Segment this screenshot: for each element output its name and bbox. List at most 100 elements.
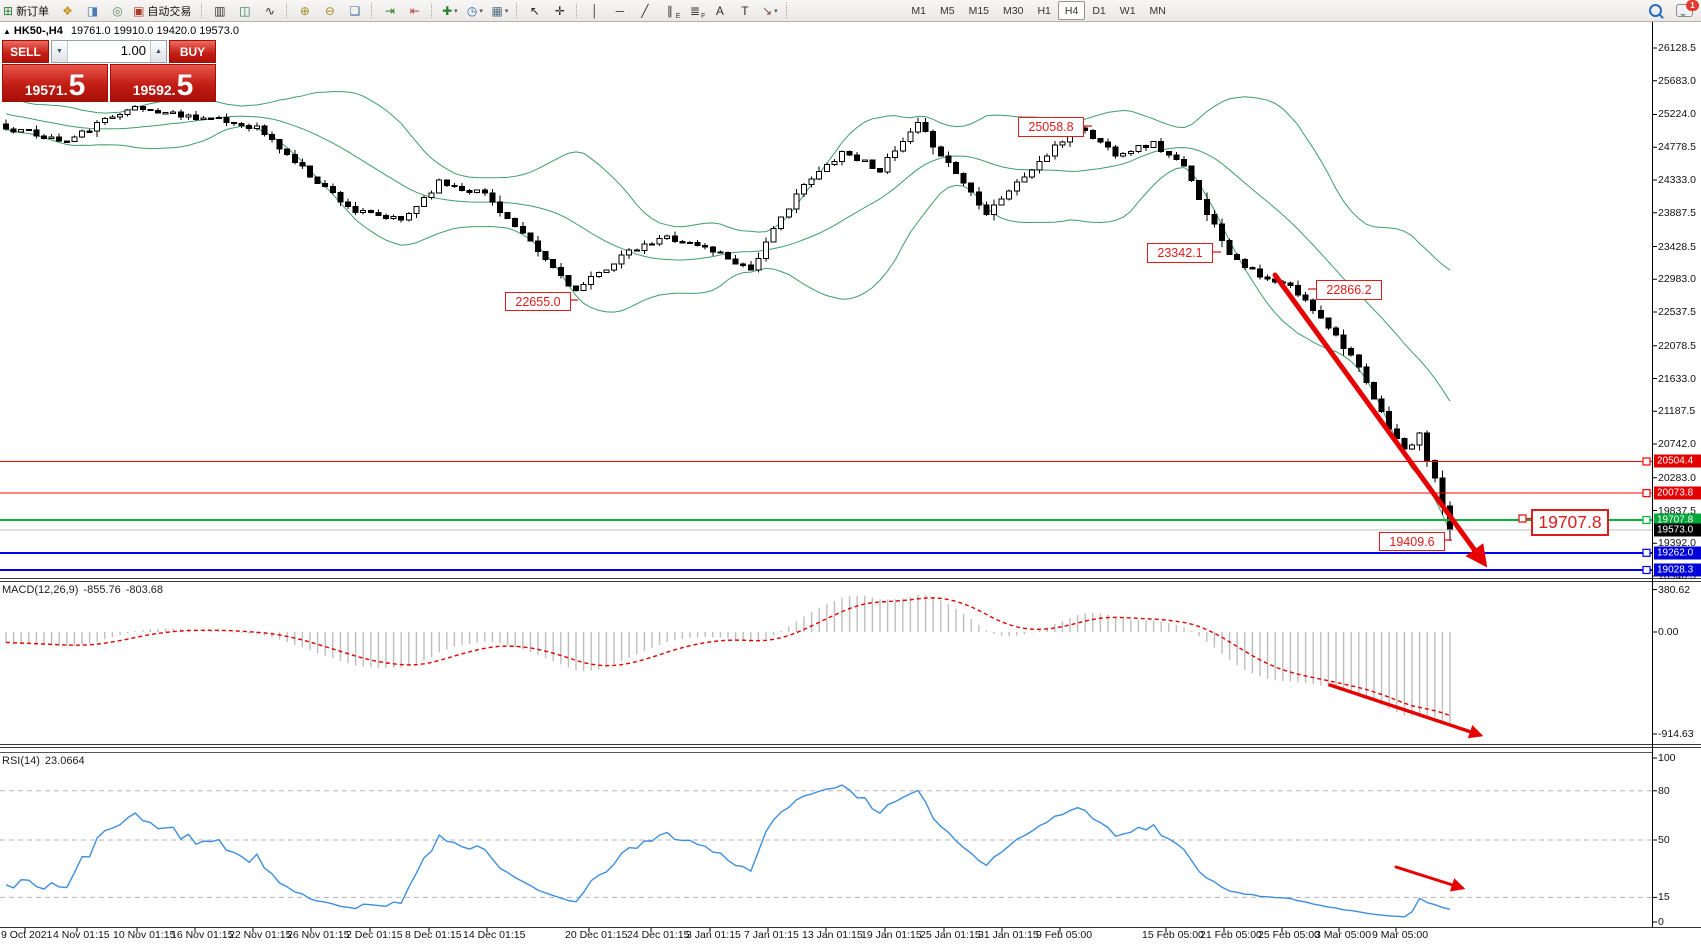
timeframe-mn[interactable]: MN [1143, 1, 1173, 20]
tile-windows-icon: ❏ [350, 5, 361, 17]
symbol-info-bar: ▲HK50-,H419761.0 19910.0 19420.0 19573.0 [3, 25, 239, 37]
sell-price-button[interactable]: 19571.5 [2, 64, 108, 102]
templates-dropdown-icon[interactable]: ▾ [505, 7, 509, 15]
periods-clock-icon[interactable]: ◷▾ [463, 1, 486, 21]
text-icon: A [716, 5, 724, 17]
accounts-icon[interactable]: ◨ [81, 1, 104, 21]
vertical-line-icon: │ [591, 5, 599, 17]
toolbar-separator [201, 3, 203, 18]
text-label-icon[interactable]: T [733, 1, 756, 21]
rsi-axis-label: 80 [1658, 785, 1670, 797]
templates-icon[interactable]: ▦▾ [488, 1, 511, 21]
time-axis-label: 25 Jan 01:15 [920, 929, 981, 941]
macd-axis-label: 0.00 [1658, 626, 1678, 638]
rsi-axis-label: 15 [1658, 891, 1670, 903]
chart-shift-icon[interactable]: ⇤ [403, 1, 426, 21]
macd-name: MACD(12,26,9) [2, 584, 78, 596]
timeframe-d1[interactable]: D1 [1085, 1, 1112, 20]
rsi-value: 23.0664 [45, 755, 85, 767]
arrow-objects-icon[interactable]: ↘▾ [758, 1, 781, 21]
macd-axis-label: 380.62 [1658, 584, 1690, 596]
bar-chart-icon[interactable]: ▥ [208, 1, 231, 21]
time-axis-label: 14 Dec 01:15 [463, 929, 525, 941]
buy-price: 19592. [133, 81, 176, 99]
volume-input[interactable]: 1.00 [68, 41, 150, 62]
price-annotation: 19409.6 [1379, 532, 1445, 551]
price-annotation: 23342.1 [1147, 243, 1213, 263]
timeframe-w1[interactable]: W1 [1113, 1, 1143, 20]
rsi-axis-label: 50 [1658, 834, 1670, 846]
crosshair-icon: ✛ [555, 5, 565, 17]
cursor-icon[interactable]: ↖ [523, 1, 546, 21]
text-icon[interactable]: A [708, 1, 731, 21]
volume-down-button[interactable]: ▼ [52, 41, 68, 62]
price-axis-label: 20283.0 [1658, 472, 1696, 484]
timeframe-m30[interactable]: M30 [996, 1, 1030, 20]
history-layers-icon[interactable]: ❖ [56, 1, 79, 21]
price-axis-label: 22537.5 [1658, 306, 1696, 318]
time-axis-label: 21 Feb 05:00 [1200, 929, 1262, 941]
macd-axis-label: -914.63 [1658, 728, 1694, 740]
time-axis-label: 3 Jan 01:15 [686, 929, 741, 941]
price-tag: 19573.0 [1654, 523, 1701, 536]
time-axis-label: 19 Jan 01:15 [861, 929, 922, 941]
main-toolbar: ⊞新订单❖◨◎▣自动交易▥◫∿⊕⊖❏⇥⇤✚▾◷▾▦▾↖✛│─╱∥E≣FAT↘▾ … [0, 0, 1701, 22]
price-annotation: 22655.0 [505, 292, 571, 311]
price-axis-label: 22983.0 [1658, 273, 1696, 285]
vertical-line-icon[interactable]: │ [583, 1, 606, 21]
equidistant-channel-icon[interactable]: ∥E [658, 1, 681, 21]
time-axis-label: 10 Nov 01:15 [113, 929, 175, 941]
indicators-dropdown-icon[interactable]: ▾ [454, 7, 458, 15]
chat-icon[interactable]: 1 [1676, 4, 1693, 17]
sell-button[interactable]: SELL [2, 40, 49, 63]
buy-price-fraction: 5 [177, 73, 194, 99]
accounts-icon: ◨ [87, 5, 98, 17]
time-axis-label: 15 Feb 05:00 [1142, 929, 1204, 941]
price-tag: 19262.0 [1654, 546, 1701, 559]
zoom-out-icon[interactable]: ⊖ [318, 1, 341, 21]
trend-line-icon[interactable]: ╱ [633, 1, 656, 21]
zoom-in-icon: ⊕ [300, 5, 310, 17]
timeframe-h1[interactable]: H1 [1030, 1, 1057, 20]
symbol-marker-icon: ▲ [3, 27, 11, 36]
timeframe-m15[interactable]: M15 [962, 1, 996, 20]
fibonacci-icon[interactable]: ≣F [683, 1, 706, 21]
auto-trading-button[interactable]: ▣自动交易 [131, 1, 196, 21]
indicators-icon[interactable]: ✚▾ [438, 1, 461, 21]
bar-chart-icon: ▥ [214, 5, 225, 17]
timeframe-h4[interactable]: H4 [1058, 1, 1085, 20]
timeframe-group: M1M5M15M30H1H4D1W1MN [904, 1, 1172, 20]
toolbar-buttons: ⊞新订单❖◨◎▣自动交易▥◫∿⊕⊖❏⇥⇤✚▾◷▾▦▾↖✛│─╱∥E≣FAT↘▾ [0, 1, 792, 21]
price-tag: 20504.4 [1654, 455, 1701, 468]
buy-price-button[interactable]: 19592.5 [110, 64, 216, 102]
candlestick-chart-icon: ◫ [239, 5, 250, 17]
candlestick-chart-icon[interactable]: ◫ [233, 1, 256, 21]
templates-icon: ▦ [491, 5, 502, 17]
toolbar-separator [786, 3, 788, 18]
new-order-button[interactable]: ⊞新订单 [1, 1, 54, 21]
macd-label: MACD(12,26,9)-855.76-803.68 [2, 584, 168, 596]
toolbar-right: 1 [1649, 4, 1693, 17]
chart-canvas[interactable] [0, 0, 1701, 944]
arrow-objects-dropdown-icon[interactable]: ▾ [774, 7, 778, 15]
buy-button[interactable]: BUY [169, 40, 216, 63]
alerts-icon[interactable]: ◎ [106, 1, 129, 21]
rsi-axis-label: 0 [1658, 916, 1664, 928]
search-icon[interactable] [1649, 4, 1662, 17]
volume-up-button[interactable]: ▲ [150, 41, 166, 62]
zoom-in-icon[interactable]: ⊕ [293, 1, 316, 21]
price-axis-label: 24778.5 [1658, 141, 1696, 153]
time-axis-label: 9 Oct 2021 [1, 929, 52, 941]
timeframe-m1[interactable]: M1 [904, 1, 933, 20]
horizontal-line-icon[interactable]: ─ [608, 1, 631, 21]
line-chart-icon[interactable]: ∿ [258, 1, 281, 21]
crosshair-icon[interactable]: ✛ [548, 1, 571, 21]
auto-scroll-icon[interactable]: ⇥ [378, 1, 401, 21]
tile-windows-icon[interactable]: ❏ [343, 1, 366, 21]
new-order-label: 新订单 [13, 3, 52, 19]
timeframe-m5[interactable]: M5 [933, 1, 962, 20]
price-annotation: 22866.2 [1316, 280, 1382, 300]
periods-clock-dropdown-icon[interactable]: ▾ [479, 7, 483, 15]
fibonacci-icon: ≣ [690, 5, 700, 17]
sell-price-fraction: 5 [69, 73, 86, 99]
